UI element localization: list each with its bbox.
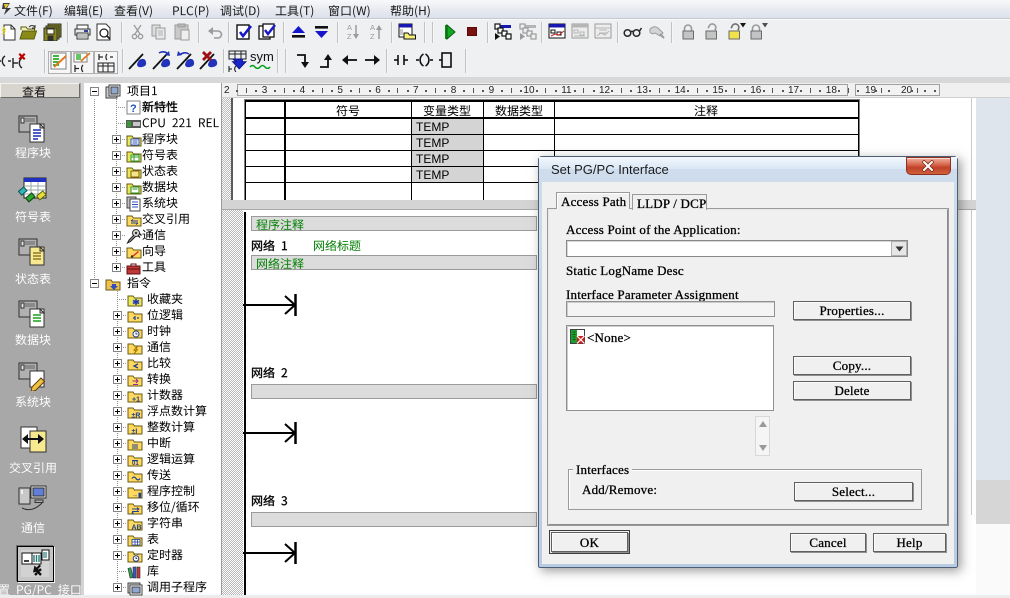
svg-text:A: A xyxy=(370,23,375,32)
svg-text:±R: ±R xyxy=(132,412,141,419)
svg-text:01: 01 xyxy=(132,461,139,467)
svg-text:?: ? xyxy=(130,103,137,115)
svg-text:Z: Z xyxy=(370,32,375,41)
svg-text:±I: ±I xyxy=(132,428,138,435)
svg-text:AB: AB xyxy=(132,524,142,531)
svg-text:A: A xyxy=(347,23,352,32)
svg-text:Z: Z xyxy=(347,32,352,41)
svg-text:→▮: →▮ xyxy=(132,492,143,499)
svg-text:+1: +1 xyxy=(132,396,140,403)
